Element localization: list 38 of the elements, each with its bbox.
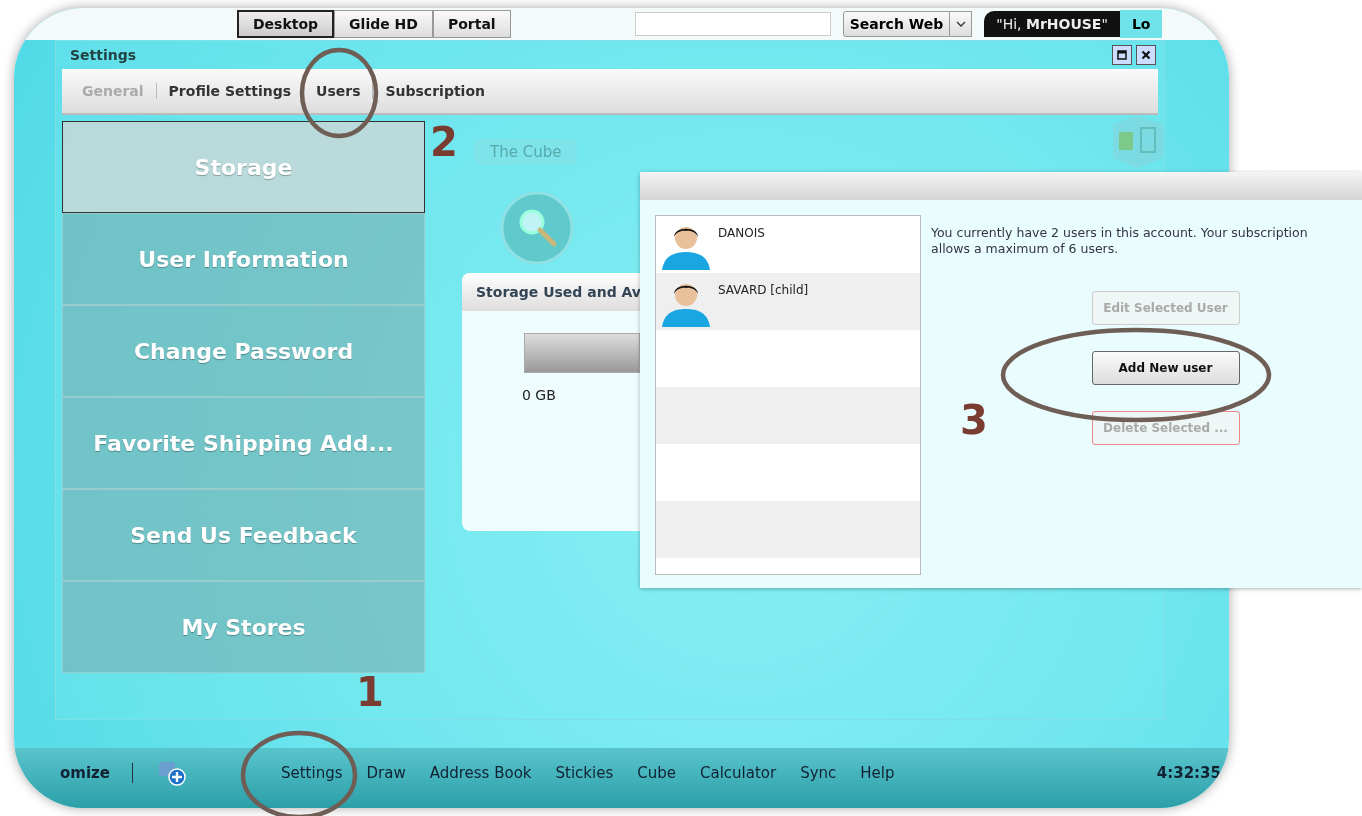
taskbar-item[interactable]: Sync — [794, 764, 843, 782]
maximize-button[interactable] — [1112, 45, 1132, 65]
search-web-button[interactable]: Search Web — [842, 11, 951, 37]
greeting-label: "Hi, MrHOUSE" — [984, 11, 1120, 37]
taskbar-item[interactable]: Draw — [360, 764, 412, 782]
storage-reading: 0 GB — [522, 387, 557, 403]
top-tab[interactable]: Glide HD — [334, 10, 433, 38]
panel-title: Storage Used and Av — [476, 284, 640, 300]
taskbar-item[interactable]: Stickies — [549, 764, 620, 782]
window-title: Settings — [70, 47, 138, 63]
annotation-number: 1 — [356, 672, 384, 712]
user-row[interactable]: DANOIS — [656, 216, 920, 273]
maximize-icon — [1117, 50, 1127, 60]
user-row[interactable]: SAVARD [child] — [656, 273, 920, 330]
taskbar-item[interactable]: Cube — [631, 764, 682, 782]
taskbar-item[interactable]: Settings — [275, 764, 349, 782]
dropdown-button[interactable] — [950, 11, 973, 37]
settings-tab[interactable]: Profile Settings — [166, 83, 294, 99]
add-app-icon[interactable] — [157, 759, 187, 787]
settings-tab[interactable]: Users — [314, 83, 363, 99]
customize-label[interactable]: omize — [60, 764, 110, 782]
top-tab[interactable]: Desktop — [237, 10, 335, 38]
annotation-number: 3 — [960, 400, 988, 440]
taskbar-item[interactable]: Calculator — [694, 764, 783, 782]
taskbar-item[interactable]: Address Book — [423, 764, 538, 782]
magnifier-icon[interactable] — [500, 191, 574, 265]
taskbar-item[interactable]: Help — [854, 764, 901, 782]
user-button[interactable]: Add New user — [1091, 351, 1240, 385]
close-icon — [1141, 50, 1151, 60]
close-button[interactable] — [1136, 45, 1156, 65]
users-message: You currently have 2 users in this account. Your subscription allows a maximum of 6 users. — [931, 225, 1309, 257]
logout-tab[interactable]: Lo — [1119, 10, 1163, 38]
search-field[interactable] — [634, 12, 831, 36]
caret-icon — [955, 21, 966, 27]
settings-tab[interactable]: Subscription — [383, 83, 487, 99]
clock: 4:32:35 — [1156, 764, 1221, 782]
annotation-number: 2 — [430, 122, 458, 162]
top-tab[interactable]: Portal — [432, 10, 511, 38]
